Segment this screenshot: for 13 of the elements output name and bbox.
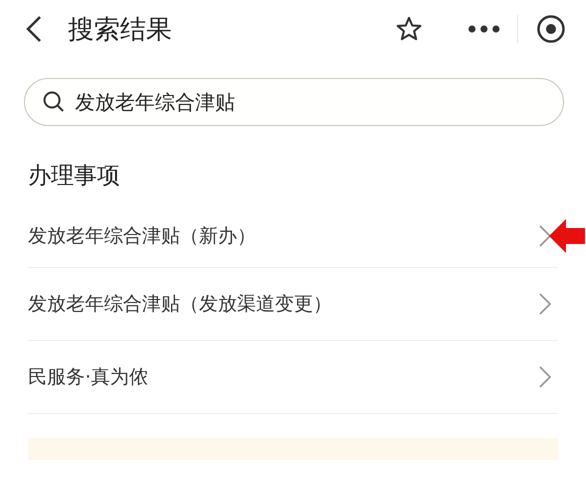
chevron-icon[interactable]	[538, 292, 552, 316]
chevron-icon[interactable]	[538, 224, 552, 248]
more-icon[interactable]	[467, 24, 501, 34]
search-icon	[42, 90, 66, 114]
list-item[interactable]: 民服务·真为侬	[28, 364, 538, 390]
chevron-icon[interactable]	[538, 365, 552, 389]
list-item[interactable]: 发放老年综合津贴（发放渠道变更）	[28, 291, 538, 317]
page-title: 搜索结果	[68, 14, 173, 46]
search-field[interactable]: 发放老年综合津贴	[24, 78, 564, 126]
section-title: 办理事项	[28, 162, 121, 191]
target-icon[interactable]	[536, 14, 566, 44]
list-item[interactable]: 发放老年综合津贴（新办）	[28, 223, 538, 249]
star-icon[interactable]	[395, 15, 423, 43]
